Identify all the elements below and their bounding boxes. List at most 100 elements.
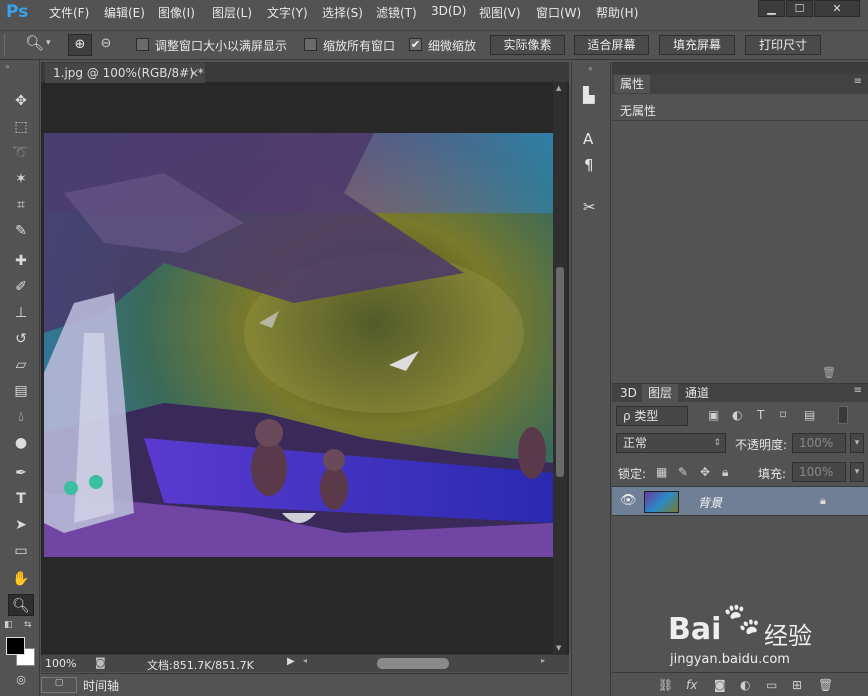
gradient-tool-icon[interactable]: ▤ [8, 380, 34, 402]
zoom-level-field[interactable]: 100% [45, 657, 76, 670]
timeline-tab[interactable]: 时间轴 [49, 677, 119, 694]
scroll-up-icon[interactable]: ▲ [556, 84, 561, 92]
delete-layer-icon[interactable]: 🗑︎ [818, 678, 833, 692]
toolbox-collapse-icon[interactable]: » [5, 62, 10, 71]
filter-pixel-icon[interactable]: ▣ [708, 408, 719, 422]
properties-tab[interactable]: 属性 [614, 75, 651, 93]
swap-colors-icon[interactable]: ⇆ [24, 620, 32, 630]
eraser-tool-icon[interactable]: ▱ [8, 354, 34, 376]
resize-windows-checkbox[interactable] [136, 38, 149, 51]
menu-3d[interactable]: 3D(D) [431, 4, 466, 18]
blur-tool-icon[interactable]: 💧︎ [8, 406, 34, 428]
lasso-tool-icon[interactable]: ➰ [8, 142, 34, 164]
menu-filter[interactable]: 滤镜(T) [376, 4, 417, 21]
pen-tool-icon[interactable]: ✒ [8, 462, 34, 484]
fill-field[interactable]: 100% [792, 462, 846, 482]
opacity-chevron-icon[interactable]: ▾ [850, 433, 864, 453]
print-size-button[interactable]: 打印尺寸 [745, 35, 821, 55]
opacity-field[interactable]: 100% [792, 433, 846, 453]
canvas-image[interactable] [44, 133, 553, 557]
horizontal-scrollbar-thumb[interactable] [377, 658, 449, 669]
tab-channels[interactable]: 通道 [679, 384, 715, 402]
lock-image-icon[interactable]: ✎ [678, 465, 688, 479]
close-tab-icon[interactable]: × [189, 63, 199, 83]
options-grip[interactable] [4, 35, 7, 55]
brush-tool-icon[interactable]: ✐ [8, 276, 34, 298]
status-info-icon[interactable]: ◙ [95, 656, 106, 669]
visibility-eye-icon[interactable]: 👁︎ [620, 493, 637, 508]
foreground-color-swatch[interactable] [6, 637, 25, 655]
magic-wand-tool-icon[interactable]: ✶ [8, 168, 34, 190]
move-tool-icon[interactable]: ✥ [8, 90, 34, 112]
filter-smart-object-icon[interactable]: ▤ [804, 408, 815, 422]
close-button[interactable]: ✕ [814, 0, 860, 17]
hand-tool-icon[interactable]: ✋ [8, 568, 34, 590]
tool-preset-chevron-icon[interactable]: ▾ [46, 38, 51, 48]
layer-style-icon[interactable]: fx [686, 678, 697, 692]
scroll-down-icon[interactable]: ▼ [556, 644, 561, 652]
layer-row-background[interactable]: 👁︎ 背景 🔒︎ [612, 486, 868, 516]
rectangle-tool-icon[interactable]: ▭ [8, 540, 34, 562]
history-brush-tool-icon[interactable]: ↺ [8, 328, 34, 350]
menu-help[interactable]: 帮助(H) [596, 4, 638, 21]
healing-brush-tool-icon[interactable]: ✚ [8, 250, 34, 272]
add-mask-icon[interactable]: ◙ [714, 678, 726, 692]
menu-window[interactable]: 窗口(W) [536, 4, 581, 21]
filter-adjustment-icon[interactable]: ◐ [732, 408, 742, 422]
layer-filter-kind-select[interactable]: ρ 类型 [616, 406, 688, 426]
tab-layers[interactable]: 图层 [642, 384, 679, 402]
menu-file[interactable]: 文件(F) [49, 4, 89, 21]
document-tab[interactable]: 1.jpg @ 100%(RGB/8#) * × [45, 63, 205, 83]
lock-transparent-icon[interactable]: ▦ [656, 465, 667, 479]
zoom-out-icon[interactable]: ⊖ [95, 34, 117, 56]
new-layer-icon[interactable]: ⊞ [792, 678, 802, 692]
tool-presets-icon[interactable]: ✂ [583, 198, 596, 216]
menu-edit[interactable]: 编辑(E) [104, 4, 145, 21]
strip-collapse-icon[interactable]: « [588, 64, 593, 73]
scrubby-zoom-checkbox[interactable]: ✔ [409, 38, 422, 51]
new-group-icon[interactable]: ▭ [766, 678, 777, 692]
tab-3d[interactable]: 3D [614, 384, 643, 402]
clone-stamp-tool-icon[interactable]: ⊥ [8, 302, 34, 324]
minimize-button[interactable]: ▁ [758, 0, 785, 17]
dodge-tool-icon[interactable]: ● [8, 432, 34, 454]
menu-view[interactable]: 视图(V) [479, 4, 521, 21]
menu-type[interactable]: 文字(Y) [267, 4, 308, 21]
actual-pixels-button[interactable]: 实际像素 [490, 35, 565, 55]
menu-image[interactable]: 图像(I) [158, 4, 195, 21]
character-panel-icon[interactable]: A [583, 130, 593, 148]
layers-menu-icon[interactable]: ≡ [854, 385, 862, 396]
default-colors-icon[interactable]: ◧ [4, 620, 13, 630]
layer-name[interactable]: 背景 [698, 494, 722, 511]
scroll-left-icon[interactable]: ◂ [303, 656, 307, 665]
menu-select[interactable]: 选择(S) [322, 4, 363, 21]
filter-type-icon[interactable]: T [757, 408, 764, 422]
history-panel-icon[interactable]: ▙ [583, 86, 595, 104]
zoom-tool-icon[interactable]: 🔍︎ [25, 34, 44, 52]
marquee-tool-icon[interactable]: ⬚ [8, 116, 34, 138]
fill-screen-button[interactable]: 填充屏幕 [659, 35, 735, 55]
paragraph-panel-icon[interactable]: ¶ [584, 156, 594, 174]
lock-all-icon[interactable]: 🔒︎ [722, 465, 728, 480]
filter-shape-icon[interactable]: ⌑ [780, 408, 786, 422]
status-menu-arrow-icon[interactable]: ▶ [287, 656, 295, 667]
adjustment-layer-icon[interactable]: ◐ [740, 678, 750, 692]
zoom-all-windows-checkbox[interactable] [304, 38, 317, 51]
path-selection-tool-icon[interactable]: ➤ [8, 514, 34, 536]
lock-position-icon[interactable]: ✥ [700, 465, 710, 479]
menu-layer[interactable]: 图层(L) [212, 4, 252, 21]
blend-mode-select[interactable]: 正常 ⇕ [616, 433, 726, 453]
eyedropper-tool-icon[interactable]: ✎ [8, 220, 34, 242]
crop-tool-icon[interactable]: ⌗ [8, 194, 34, 216]
quick-mask-icon[interactable]: ◎ [8, 669, 34, 691]
zoom-tool-icon[interactable]: 🔍︎ [8, 594, 34, 616]
vertical-scrollbar[interactable]: ▲ ▼ [553, 82, 567, 654]
zoom-in-icon[interactable]: ⊕ [68, 34, 92, 56]
link-layers-icon[interactable]: ⛓ [658, 678, 673, 692]
maximize-button[interactable]: ☐ [786, 0, 813, 17]
type-tool-icon[interactable]: T [8, 488, 34, 510]
vertical-scrollbar-thumb[interactable] [556, 267, 564, 477]
fill-chevron-icon[interactable]: ▾ [850, 462, 864, 482]
scroll-right-icon[interactable]: ▸ [541, 656, 545, 665]
properties-menu-icon[interactable]: ≡ [854, 76, 862, 87]
